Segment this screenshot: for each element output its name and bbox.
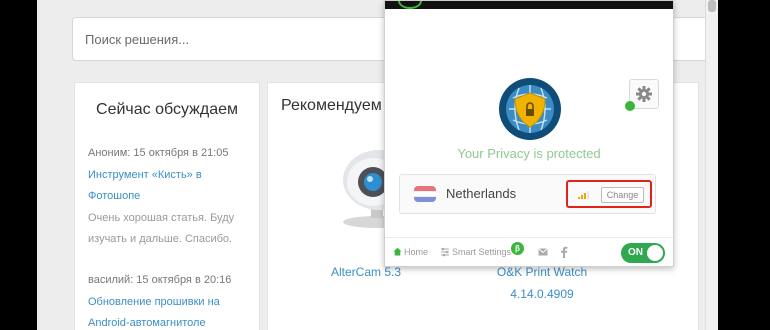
change-button[interactable]: Change: [601, 187, 644, 203]
app-logo-icon: [398, 1, 422, 9]
comment-link[interactable]: Обновление прошивки на: [88, 292, 256, 314]
app-name-altercam[interactable]: AlterCam 5.3: [306, 265, 426, 279]
comment-text: Очень хорошая статья. Буду: [88, 211, 235, 224]
country-name: Netherlands: [446, 186, 517, 201]
privacy-status: Your Privacy is protected: [457, 146, 601, 161]
app-name-ok-print-watch[interactable]: O&K Print Watch: [482, 265, 602, 279]
change-highlight: Change: [566, 180, 652, 208]
beta-badge: β: [511, 242, 524, 255]
popup-footer: Home Smart Settings β ON: [385, 237, 673, 266]
popup-titlebar: [385, 1, 673, 9]
comment-item: василий: 15 октября в 20:16 Обновление п…: [88, 270, 256, 330]
netherlands-flag-icon: [414, 186, 436, 202]
comment-text: изучать и дальше. Спасибо.: [88, 233, 233, 245]
comment-item: Аноним: 15 октября в 21:05 Инструмент «К…: [88, 143, 256, 251]
home-icon: [393, 247, 402, 256]
facebook-icon[interactable]: [560, 246, 568, 258]
discussing-title: Сейчас обсуждаем: [96, 101, 238, 118]
comment-author: Аноним: 15 октября в 21:05: [88, 147, 229, 159]
vpn-toggle[interactable]: ON: [621, 243, 665, 263]
comment-link[interactable]: Android-автомагнитоле: [88, 313, 256, 330]
smart-settings-tab[interactable]: Smart Settings: [452, 247, 511, 257]
toggle-label: ON: [628, 247, 643, 258]
mail-icon[interactable]: [538, 248, 548, 256]
comment-author: василий: 15 октября в 20:16: [88, 274, 232, 286]
connected-status-dot: [625, 101, 635, 111]
signal-strength-icon: [578, 191, 589, 199]
toggle-knob: [647, 245, 663, 261]
comment-link[interactable]: Фотошопе: [88, 186, 256, 208]
recommended-title: Рекомендуем: [281, 97, 382, 114]
sliders-icon: [441, 247, 449, 257]
discussing-card: Сейчас обсуждаем Аноним: 15 октября в 21…: [74, 82, 260, 330]
comment-link[interactable]: Инструмент «Кисть» в: [88, 165, 256, 187]
home-tab[interactable]: Home: [404, 247, 428, 257]
app-version: 4.14.0.4909: [510, 287, 574, 301]
vpn-popup: Your Privacy is protected Netherlands Ch…: [384, 0, 674, 267]
scrollbar-thumb[interactable]: [708, 0, 716, 12]
country-selector[interactable]: Netherlands Change: [399, 174, 656, 214]
page-scrollbar[interactable]: [705, 0, 718, 330]
globe-shield-icon: [499, 78, 561, 140]
